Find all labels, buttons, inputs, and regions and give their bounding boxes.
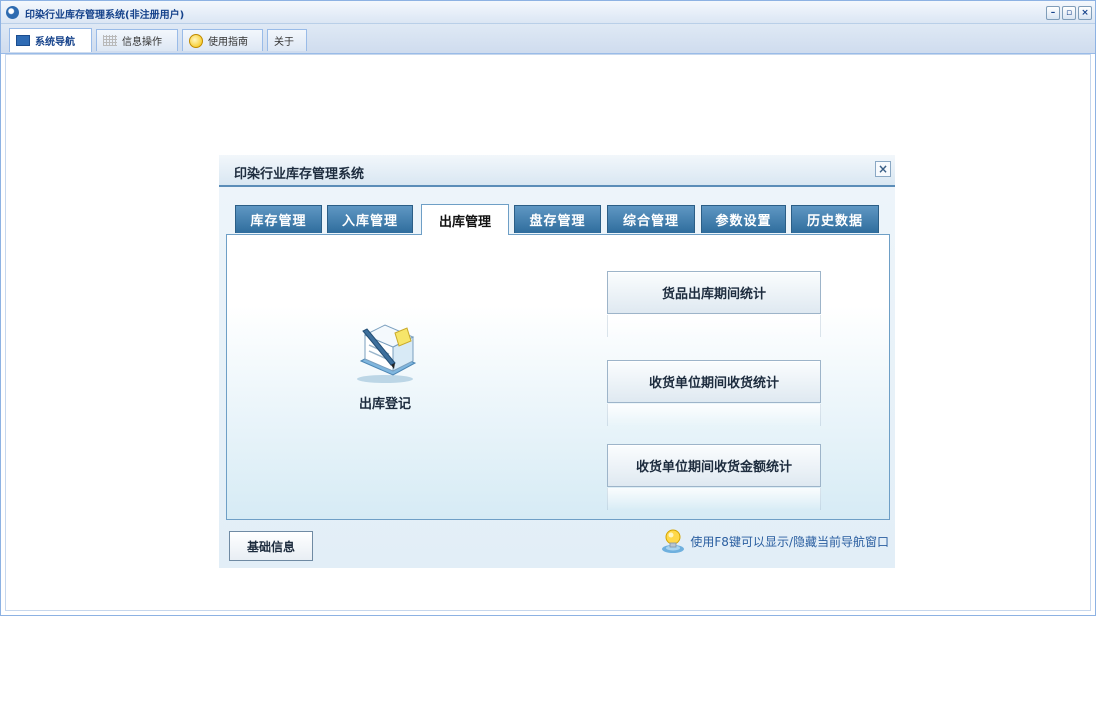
close-button[interactable]: × <box>1078 6 1092 20</box>
tab-history[interactable]: 历史数据 <box>791 205 879 233</box>
app-logo-icon <box>6 6 19 19</box>
document-pen-icon <box>357 324 417 383</box>
grid-icon <box>103 35 117 46</box>
outbound-register-label: 出库登记 <box>358 397 411 412</box>
basic-info-button[interactable]: 基础信息 <box>229 531 313 561</box>
tab-label: 关于 <box>274 37 294 48</box>
tab-label: 使用指南 <box>208 37 248 48</box>
outbound-register-button[interactable]: 出库登记 <box>345 321 425 412</box>
tab-general[interactable]: 综合管理 <box>607 205 695 233</box>
tab-about[interactable]: 关于 <box>267 29 307 51</box>
tab-user-guide[interactable]: 使用指南 <box>182 29 263 51</box>
f8-hint: 使用F8键可以显示/隐藏当前导航窗口 <box>660 527 889 555</box>
tab-info-ops[interactable]: 信息操作 <box>96 29 178 51</box>
app-title: 印染行业库存管理系统(非注册用户) <box>25 10 185 21</box>
tab-label: 系统导航 <box>35 37 75 48</box>
top-tab-bar: 系统导航 信息操作 使用指南 关于 <box>1 24 1095 54</box>
f8-hint-text: 使用F8键可以显示/隐藏当前导航窗口 <box>690 534 889 549</box>
nav-dialog: 印染行业库存管理系统 × 库存管理 入库管理 出库管理 盘存管理 综合管理 参数… <box>219 155 895 568</box>
consignee-period-amount-stats-button[interactable]: 收货单位期间收货金额统计 <box>607 444 821 487</box>
button-reflection <box>607 488 821 510</box>
title-bar: 印染行业库存管理系统(非注册用户) – ▫ × <box>1 1 1095 24</box>
dialog-title: 印染行业库存管理系统 <box>234 167 365 182</box>
dialog-title-bar: 印染行业库存管理系统 × <box>219 155 895 187</box>
window-controls: – ▫ × <box>1046 6 1092 20</box>
tab-inbound[interactable]: 入库管理 <box>327 205 413 233</box>
consignee-period-stats-button[interactable]: 收货单位期间收货统计 <box>607 360 821 403</box>
minimize-button[interactable]: – <box>1046 6 1060 20</box>
lightbulb-icon <box>662 529 685 553</box>
restore-button[interactable]: ▫ <box>1062 6 1076 20</box>
goods-outbound-period-stats-button[interactable]: 货品出库期间统计 <box>607 271 821 314</box>
tab-outbound[interactable]: 出库管理 <box>421 204 509 235</box>
tab-panel-outbound: 出库登记 货品出库期间统计 收货单位期间收货统计 收货单位期间收货金额统计 <box>226 234 890 520</box>
tab-parameters[interactable]: 参数设置 <box>701 205 786 233</box>
tab-label: 信息操作 <box>122 37 162 48</box>
button-reflection <box>607 404 821 426</box>
tab-system-nav[interactable]: 系统导航 <box>9 28 92 52</box>
help-icon <box>189 33 203 48</box>
monitor-icon <box>16 35 30 46</box>
tab-stocktake[interactable]: 盘存管理 <box>514 205 601 233</box>
button-reflection <box>607 315 821 337</box>
tab-inventory[interactable]: 库存管理 <box>235 205 322 233</box>
dialog-close-button[interactable]: × <box>875 161 891 177</box>
